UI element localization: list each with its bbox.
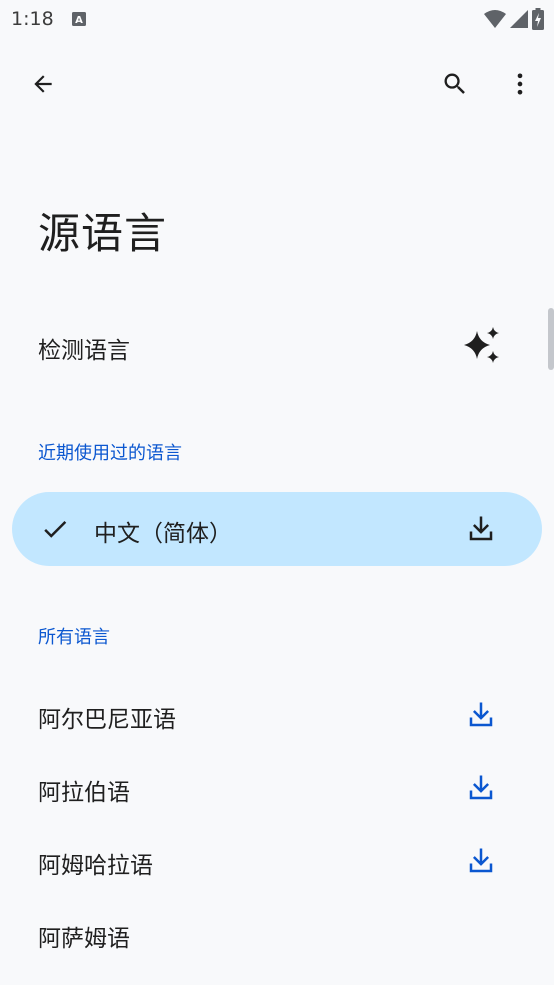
- language-item-label: 阿拉伯语: [38, 780, 130, 806]
- arrow-back-icon: [30, 71, 56, 101]
- status-icons: [484, 8, 544, 34]
- detect-language-item[interactable]: 检测语言: [0, 312, 554, 380]
- download-icon[interactable]: [466, 773, 496, 807]
- status-bar: 1:18 A: [0, 0, 554, 40]
- battery-charging-icon: [532, 8, 544, 34]
- signal-icon: [510, 9, 528, 33]
- search-icon: [441, 70, 469, 102]
- more-options-button[interactable]: [496, 62, 544, 110]
- text-a-icon: A: [72, 11, 86, 30]
- language-item[interactable]: 阿尔巴尼亚语: [0, 680, 554, 750]
- detect-language-label: 检测语言: [38, 338, 130, 364]
- sparkle-icon: [464, 327, 502, 369]
- language-item[interactable]: 阿姆哈拉语: [0, 826, 554, 896]
- back-button[interactable]: [19, 62, 67, 110]
- svg-text:A: A: [75, 15, 83, 26]
- language-item-label: 阿萨姆语: [38, 926, 130, 952]
- check-icon: [40, 514, 70, 548]
- language-item-label: 中文（简体）: [94, 521, 232, 547]
- language-item-label: 阿姆哈拉语: [38, 853, 153, 879]
- top-app-bar: [0, 60, 554, 114]
- language-item[interactable]: 阿拉伯语: [0, 753, 554, 823]
- page-title: 源语言: [38, 209, 168, 258]
- download-icon[interactable]: [466, 514, 496, 548]
- language-item[interactable]: 阿萨姆语: [0, 899, 554, 969]
- more-vert-icon: [506, 70, 534, 102]
- wifi-icon: [484, 9, 506, 33]
- recent-languages-header: 近期使用过的语言: [38, 443, 182, 464]
- download-icon[interactable]: [466, 700, 496, 734]
- status-time: 1:18: [11, 8, 54, 30]
- language-item-label: 阿尔巴尼亚语: [38, 707, 176, 733]
- language-item-selected[interactable]: 中文（简体）: [12, 492, 542, 566]
- search-button[interactable]: [431, 62, 479, 110]
- all-languages-header: 所有语言: [38, 627, 110, 648]
- download-icon[interactable]: [466, 846, 496, 880]
